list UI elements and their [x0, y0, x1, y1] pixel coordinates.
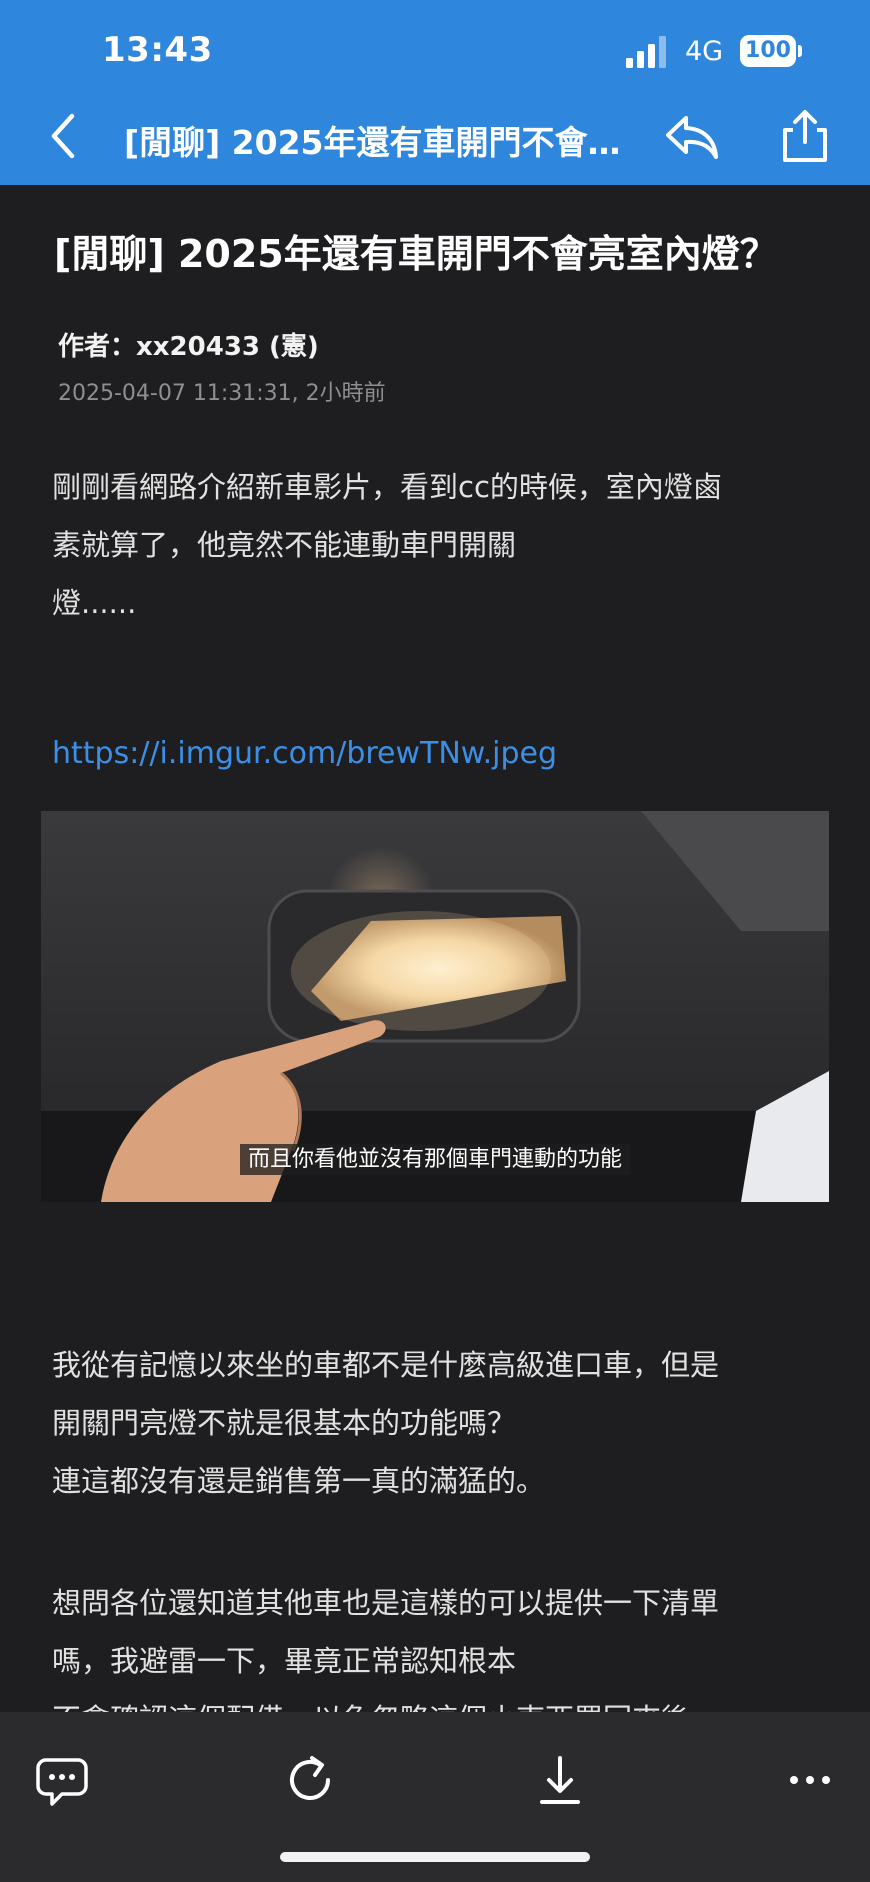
ptt-article-screen: 13:43 4G 100 [閒聊] 2025年還有車開門不會亮室內燈？ [閒聊]… — [0, 0, 870, 1882]
embedded-image[interactable]: 而且你看他並沒有那個車門連動的功能 — [41, 811, 829, 1202]
home-indicator[interactable] — [280, 1852, 590, 1862]
paragraph-line: 燈...... — [52, 586, 137, 620]
paragraph-line: 我從有記憶以來坐的車都不是什麼高級進口車，但是 — [52, 1348, 720, 1382]
download-icon[interactable] — [530, 1750, 590, 1810]
battery-level: 100 — [740, 35, 796, 67]
network-type: 4G — [685, 36, 724, 67]
status-time: 13:43 — [102, 30, 213, 70]
article-title: [閒聊] 2025年還有車開門不會亮室內燈？ — [54, 232, 778, 276]
share-icon[interactable] — [778, 108, 832, 164]
article-author[interactable]: 作者：xx20433 (憲) — [58, 326, 319, 363]
paragraph-line: 素就算了，他竟然不能連動車門開關 — [52, 528, 517, 562]
signal-strength-icon — [626, 36, 666, 68]
image-caption: 而且你看他並沒有那個車門連動的功能 — [41, 1141, 829, 1175]
battery-icon: 100 — [740, 35, 802, 67]
article-timestamp: 2025-04-07 11:31:31, 2小時前 — [58, 381, 386, 406]
image-link[interactable]: https://i.imgur.com/brewTNw.jpeg — [52, 736, 557, 771]
paragraph-line: 嗎，我避雷一下，畢竟正常認知根本 — [52, 1644, 517, 1678]
paragraph-line: 想問各位還知道其他車也是這樣的可以提供一下清單 — [52, 1586, 720, 1620]
article-paragraph-2: 我從有記憶以來坐的車都不是什麼高級進口車，但是 開關門亮燈不就是很基本的功能嗎？… — [52, 1336, 828, 1510]
battery-nub — [798, 45, 802, 57]
paragraph-line: 剛剛看網路介紹新車影片，看到cc的時候，室內燈鹵 — [52, 470, 722, 504]
chevron-left-icon[interactable] — [44, 110, 84, 162]
paragraph-line: 開關門亮燈不就是很基本的功能嗎？ — [52, 1406, 517, 1440]
paragraph-line: 連這都沒有還是銷售第一真的滿猛的。 — [52, 1464, 546, 1498]
nav-title: [閒聊] 2025年還有車開門不會亮室內燈？ — [124, 123, 634, 162]
refresh-icon[interactable] — [280, 1750, 340, 1810]
reply-icon[interactable] — [664, 112, 720, 162]
top-bar: 13:43 4G 100 [閒聊] 2025年還有車開門不會亮室內燈？ — [0, 0, 870, 185]
more-icon[interactable] — [780, 1750, 840, 1810]
image-caption-text: 而且你看他並沒有那個車門連動的功能 — [239, 1144, 630, 1175]
article-paragraph-1: 剛剛看網路介紹新車影片，看到cc的時候，室內燈鹵 素就算了，他竟然不能連動車門開… — [52, 458, 828, 632]
comment-icon[interactable] — [32, 1750, 92, 1810]
